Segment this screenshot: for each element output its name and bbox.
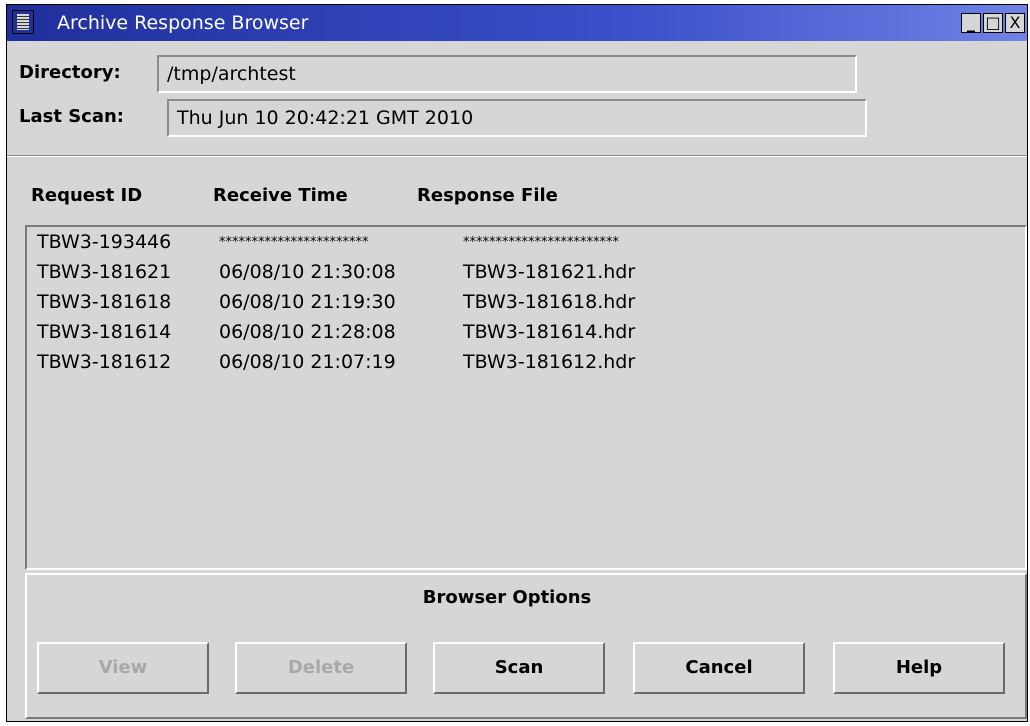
- receive-time: 06/08/10 21:30:08: [219, 261, 396, 283]
- directory-label: Directory:: [19, 62, 121, 83]
- request-id: TBW3-181614: [37, 321, 172, 343]
- request-id: TBW3-181621: [37, 261, 172, 283]
- receive-time: 06/08/10 21:07:19: [219, 351, 396, 373]
- response-file: TBW3-181612.hdr: [463, 351, 636, 373]
- response-file: TBW3-181618.hdr: [463, 291, 636, 313]
- column-header-request-id: Request ID: [31, 185, 143, 206]
- column-header-receive-time: Receive Time: [213, 185, 348, 206]
- receive-time: 06/08/10 21:19:30: [219, 291, 396, 313]
- close-button[interactable]: X: [1005, 13, 1025, 33]
- request-id: TBW3-193446: [37, 231, 172, 253]
- archive-response-browser-window: Archive Response Browser _ □ X Directory…: [6, 4, 1028, 722]
- response-list[interactable]: TBW3-193446 *********************** ****…: [25, 225, 1027, 570]
- view-button[interactable]: View: [37, 642, 209, 694]
- last-scan-field: Thu Jun 10 20:42:21 GMT 2010: [167, 99, 867, 137]
- help-button[interactable]: Help: [833, 642, 1005, 694]
- directory-field[interactable]: /tmp/archtest: [157, 55, 857, 93]
- window-title: Archive Response Browser: [57, 12, 309, 34]
- title-bar[interactable]: Archive Response Browser _ □ X: [7, 5, 1027, 41]
- separator: [7, 155, 1027, 157]
- browser-options-title: Browser Options: [422, 587, 592, 608]
- request-id: TBW3-181612: [37, 351, 172, 373]
- response-file: ************************: [463, 235, 619, 250]
- maximize-button[interactable]: □: [983, 13, 1003, 33]
- receive-time: ***********************: [219, 235, 369, 250]
- request-id: TBW3-181618: [37, 291, 172, 313]
- response-file: TBW3-181621.hdr: [463, 261, 636, 283]
- cancel-button[interactable]: Cancel: [633, 642, 805, 694]
- minimize-button[interactable]: _: [961, 13, 981, 33]
- delete-button[interactable]: Delete: [235, 642, 407, 694]
- last-scan-label: Last Scan:: [19, 106, 124, 127]
- window-menu-icon[interactable]: [12, 10, 34, 34]
- column-header-response-file: Response File: [417, 185, 558, 206]
- receive-time: 06/08/10 21:28:08: [219, 321, 396, 343]
- scan-button[interactable]: Scan: [433, 642, 605, 694]
- response-file: TBW3-181614.hdr: [463, 321, 636, 343]
